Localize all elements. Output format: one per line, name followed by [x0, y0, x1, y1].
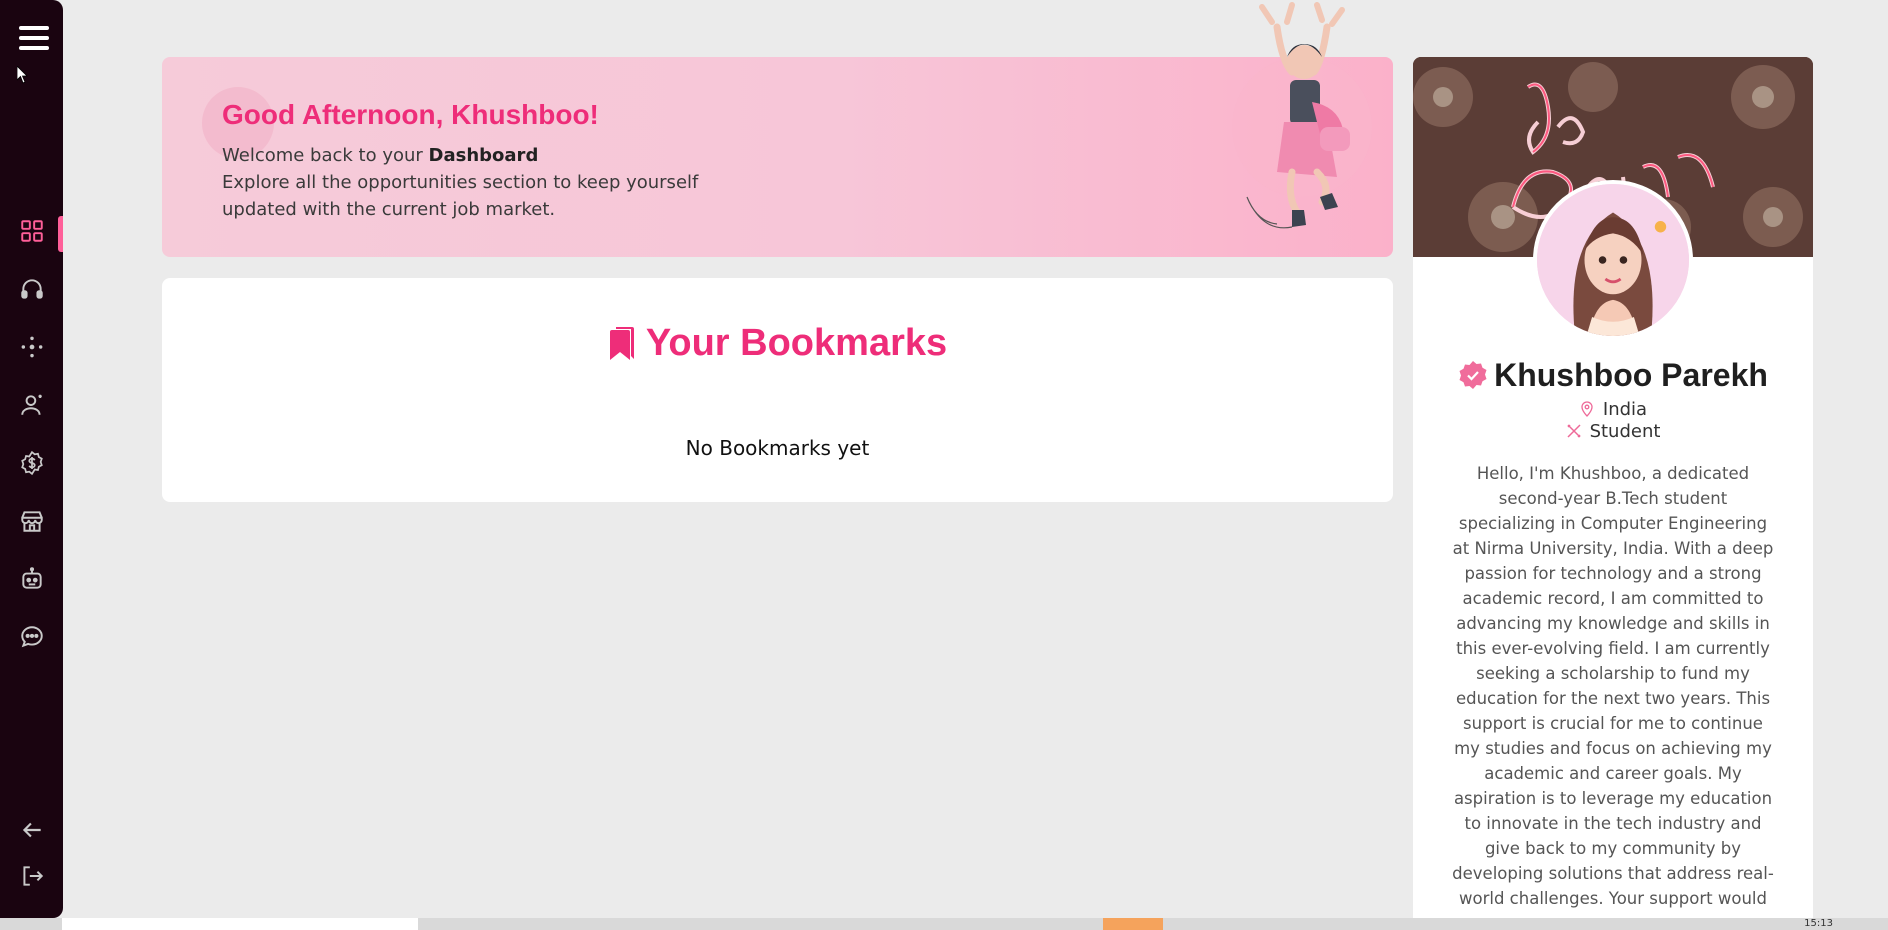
- profile-card: Khushboo Parekh India Student Hello, I'm…: [1413, 57, 1813, 930]
- profile-name: Khushboo Parekh: [1494, 357, 1768, 393]
- active-indicator: [58, 216, 63, 252]
- sidebar: [0, 0, 63, 918]
- bookmarks-empty-message: No Bookmarks yet: [685, 436, 870, 460]
- profile-location: India: [1602, 399, 1648, 420]
- bookmarks-heading: Your Bookmarks: [162, 322, 1393, 365]
- bookmarks-panel: Your Bookmarks No Bookmarks yet: [162, 278, 1393, 502]
- taskbar-search[interactable]: [62, 918, 418, 930]
- profile-avatar: [1533, 180, 1693, 340]
- user-icon[interactable]: [19, 392, 45, 418]
- robot-icon[interactable]: [19, 566, 45, 592]
- profile-role-row: Student: [1413, 421, 1813, 442]
- verified-badge-icon: [1459, 361, 1487, 389]
- headphones-icon[interactable]: [19, 276, 45, 302]
- location-pin-icon: [1581, 401, 1593, 417]
- profile-bio: Hello, I'm Khushboo, a dedicated second-…: [1452, 464, 1774, 908]
- grid-icon[interactable]: [19, 218, 45, 244]
- banner-description: Explore all the opportunities section to…: [222, 172, 699, 220]
- arrow-left-icon[interactable]: [19, 817, 45, 843]
- bookmarks-title: Your Bookmarks: [645, 322, 948, 364]
- dollar-icon[interactable]: [19, 450, 45, 476]
- mouse-cursor-icon: [17, 66, 28, 84]
- bookmark-icon: [609, 327, 634, 360]
- welcome-prefix: Welcome back to your: [222, 145, 429, 166]
- taskbar-app[interactable]: [1103, 918, 1163, 930]
- tools-icon: [1567, 424, 1581, 438]
- store-icon[interactable]: [19, 508, 45, 534]
- chat-icon[interactable]: [19, 624, 45, 650]
- logout-icon[interactable]: [19, 863, 45, 889]
- greeting-heading: Good Afternoon, Khushboo!: [222, 99, 599, 130]
- menu-icon[interactable]: [19, 26, 49, 52]
- profile-name-row: Khushboo Parekh: [1413, 357, 1813, 394]
- taskbar: 15:13: [0, 918, 1888, 930]
- taskbar-clock: 15:13: [1804, 918, 1833, 929]
- profile-location-row: India: [1413, 399, 1813, 420]
- profile-role: Student: [1589, 421, 1661, 442]
- welcome-banner: Good Afternoon, Khushboo! Welcome back t…: [162, 2, 1393, 257]
- network-icon[interactable]: [19, 334, 45, 360]
- dashboard-label: Dashboard: [428, 145, 539, 166]
- jumping-girl-illustration: [1232, 2, 1372, 229]
- welcome-text: Welcome back to your Dashboard Explore a…: [222, 142, 742, 223]
